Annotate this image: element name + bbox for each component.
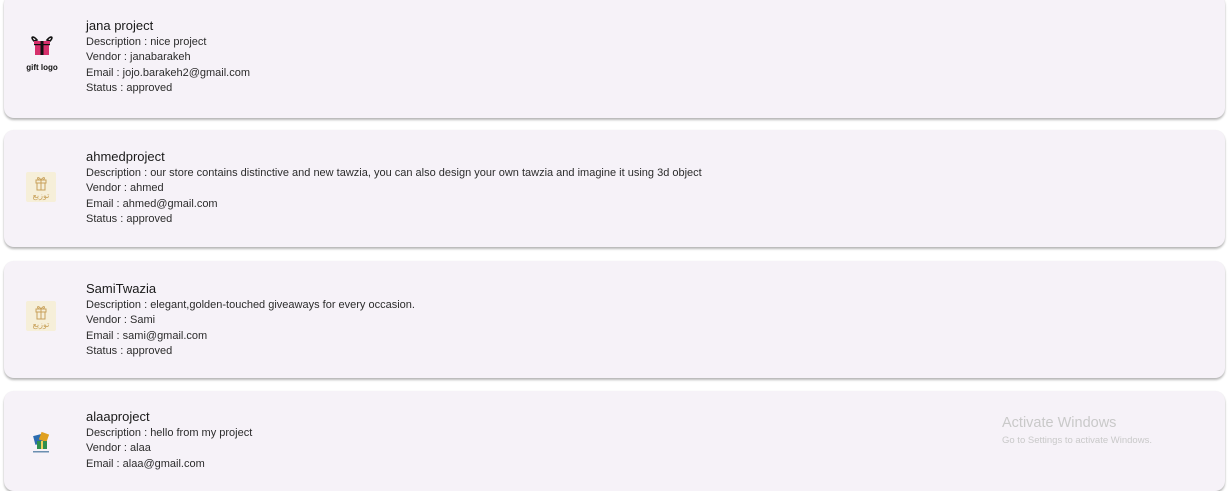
project-description: Description : elegant,golden-touched giv… — [86, 299, 415, 311]
watermark-subtitle: Go to Settings to activate Windows. — [1002, 435, 1152, 446]
logo-text: توزيع — [32, 320, 50, 329]
project-email: Email : sami@gmail.com — [86, 329, 208, 342]
gift-boxes-icon — [33, 431, 50, 453]
project-card[interactable]: توزيع SamiTwazia Description : elegant,g… — [4, 261, 1225, 378]
project-description: Description : our store contains distinc… — [86, 167, 702, 179]
project-logo: gift logo — [24, 36, 60, 74]
project-vendor: Vendor : Sami — [86, 314, 156, 327]
project-email: Email : jojo.barakeh2@gmail.com — [86, 66, 251, 79]
project-card[interactable]: gift logo jana project Description : nic… — [4, 0, 1225, 118]
project-title: jana project — [86, 18, 154, 33]
project-status: Status : approved — [86, 345, 173, 358]
activate-windows-watermark: Activate Windows Go to Settings to activ… — [1002, 414, 1152, 448]
project-vendor: Vendor : ahmed — [86, 182, 164, 195]
project-card[interactable]: توزيع ahmedproject Description : our sto… — [4, 130, 1225, 247]
project-title: alaaproject — [86, 409, 150, 424]
tawzia-gift-icon — [35, 306, 47, 320]
project-title: ahmedproject — [86, 149, 165, 164]
project-logo: توزيع — [26, 301, 56, 331]
project-vendor: Vendor : alaa — [86, 442, 151, 455]
logo-text: gift logo — [26, 63, 58, 72]
tawzia-logo: توزيع — [26, 301, 56, 331]
project-description: Description : nice project — [86, 36, 207, 48]
watermark-title: Activate Windows — [1002, 415, 1117, 431]
project-details: jana project Description : nice project … — [86, 17, 250, 97]
project-details: alaaproject Description : hello from my … — [86, 408, 252, 472]
logo-text: توزيع — [32, 191, 50, 200]
project-description: Description : hello from my project — [86, 427, 253, 439]
project-details: SamiTwazia Description : elegant,golden-… — [86, 280, 415, 360]
project-vendor: Vendor : janabarakeh — [86, 51, 191, 64]
project-title: SamiTwazia — [86, 281, 157, 296]
project-logo: توزيع — [26, 172, 56, 202]
project-email: Email : ahmed@gmail.com — [86, 197, 218, 210]
project-logo — [28, 429, 54, 455]
gift-box-icon — [31, 36, 53, 55]
project-email: Email : alaa@gmail.com — [86, 457, 205, 470]
project-status: Status : approved — [86, 213, 173, 226]
tawzia-logo: توزيع — [26, 172, 56, 202]
tawzia-gift-icon — [35, 177, 47, 191]
project-status: Status : approved — [86, 82, 173, 95]
project-details: ahmedproject Description : our store con… — [86, 148, 702, 228]
